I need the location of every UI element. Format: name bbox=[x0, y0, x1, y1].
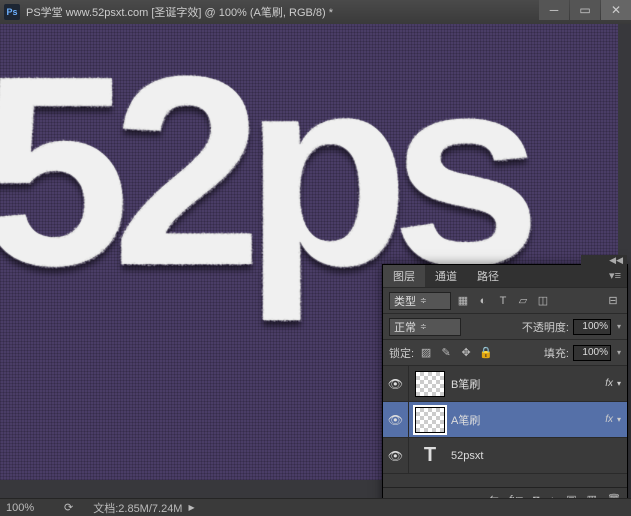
blend-mode-dropdown[interactable]: 正常 ≑ bbox=[389, 318, 461, 336]
layer-list: 👁 B笔刷 fx ▾ 👁 A笔刷 fx ▾ 👁 T 52psxt bbox=[383, 365, 627, 487]
expand-icon[interactable]: ▾ bbox=[617, 415, 621, 424]
doc-size-label: 文档:2.85M/7.24M bbox=[93, 500, 182, 516]
app-icon: Ps bbox=[4, 4, 20, 20]
titlebar: Ps PS学堂 www.52psxt.com [圣诞字效] @ 100% (A笔… bbox=[0, 0, 631, 24]
visibility-toggle[interactable]: 👁 bbox=[383, 438, 409, 473]
text-layer-icon[interactable]: T bbox=[415, 443, 445, 469]
dropdown-arrow-icon: ≑ bbox=[420, 322, 427, 331]
window-controls: ─ ▭ ✕ bbox=[538, 0, 631, 20]
blend-mode-value: 正常 bbox=[394, 319, 416, 335]
minimize-button[interactable]: ─ bbox=[539, 0, 569, 20]
layer-name[interactable]: 52psxt bbox=[451, 450, 627, 462]
statusbar: 100% ⟳ 文档:2.85M/7.24M ▶ bbox=[0, 498, 631, 516]
fill-input[interactable]: 100% bbox=[573, 345, 611, 361]
layer-name[interactable]: B笔刷 bbox=[451, 376, 605, 392]
tab-paths[interactable]: 路径 bbox=[467, 265, 509, 287]
filter-adjust-icon[interactable]: ◐ bbox=[475, 293, 491, 309]
doc-info-menu-icon[interactable]: ▶ bbox=[188, 503, 194, 512]
panel-collapse-bar[interactable]: ◀◀ bbox=[581, 255, 627, 265]
panel-tabs: 图层 通道 路径 ▾≡ bbox=[383, 265, 627, 287]
layer-row[interactable]: 👁 B笔刷 fx ▾ bbox=[383, 365, 627, 401]
fill-label: 填充: bbox=[544, 345, 569, 361]
zoom-level[interactable]: 100% bbox=[6, 502, 54, 514]
layer-row[interactable]: 👁 T 52psxt bbox=[383, 437, 627, 473]
visibility-toggle[interactable]: 👁 bbox=[383, 366, 409, 401]
sync-icon[interactable]: ⟳ bbox=[64, 501, 73, 514]
fx-badge[interactable]: fx bbox=[605, 414, 613, 425]
opacity-flyout-icon[interactable]: ▾ bbox=[617, 322, 621, 331]
dropdown-arrow-icon: ≑ bbox=[420, 296, 427, 305]
tab-layers[interactable]: 图层 bbox=[383, 265, 425, 287]
lock-row: 锁定: ▨ ✎ ✥ 🔒 填充: 100% ▾ bbox=[383, 339, 627, 365]
filter-pixel-icon[interactable]: ▦ bbox=[455, 293, 471, 309]
lock-transparent-icon[interactable]: ▨ bbox=[418, 345, 434, 361]
blend-row: 正常 ≑ 不透明度: 100% ▾ bbox=[383, 313, 627, 339]
close-button[interactable]: ✕ bbox=[601, 0, 631, 20]
layers-panel: ◀◀ 图层 通道 路径 ▾≡ 类型 ≑ ▦ ◐ T ▱ ◫ ⊟ 正常 ≑ 不透明… bbox=[382, 264, 628, 512]
layer-row[interactable]: 👁 A笔刷 fx ▾ bbox=[383, 401, 627, 437]
opacity-input[interactable]: 100% bbox=[573, 319, 611, 335]
lock-all-icon[interactable]: 🔒 bbox=[478, 345, 494, 361]
layer-thumbnail[interactable] bbox=[415, 407, 445, 433]
document-title: PS学堂 www.52psxt.com [圣诞字效] @ 100% (A笔刷, … bbox=[26, 4, 333, 20]
lock-paint-icon[interactable]: ✎ bbox=[438, 345, 454, 361]
filter-row: 类型 ≑ ▦ ◐ T ▱ ◫ ⊟ bbox=[383, 287, 627, 313]
filter-type-dropdown[interactable]: 类型 ≑ bbox=[389, 292, 451, 310]
opacity-label: 不透明度: bbox=[522, 319, 569, 335]
lock-move-icon[interactable]: ✥ bbox=[458, 345, 474, 361]
eye-icon: 👁 bbox=[388, 377, 403, 391]
layer-name[interactable]: A笔刷 bbox=[451, 412, 605, 428]
filter-smart-icon[interactable]: ◫ bbox=[535, 293, 551, 309]
fill-flyout-icon[interactable]: ▾ bbox=[617, 348, 621, 357]
tab-channels[interactable]: 通道 bbox=[425, 265, 467, 287]
eye-icon: 👁 bbox=[388, 449, 403, 463]
visibility-toggle[interactable]: 👁 bbox=[383, 402, 409, 437]
filter-shape-icon[interactable]: ▱ bbox=[515, 293, 531, 309]
filter-toggle-icon[interactable]: ⊟ bbox=[605, 293, 621, 309]
eye-icon: 👁 bbox=[388, 413, 403, 427]
filter-text-icon[interactable]: T bbox=[495, 293, 511, 309]
expand-icon[interactable]: ▾ bbox=[617, 379, 621, 388]
panel-menu-icon[interactable]: ▾≡ bbox=[609, 269, 621, 282]
lock-label: 锁定: bbox=[389, 345, 414, 361]
layer-thumbnail[interactable] bbox=[415, 371, 445, 397]
maximize-button[interactable]: ▭ bbox=[570, 0, 600, 20]
fx-badge[interactable]: fx bbox=[605, 378, 613, 389]
filter-type-label: 类型 bbox=[394, 293, 416, 309]
